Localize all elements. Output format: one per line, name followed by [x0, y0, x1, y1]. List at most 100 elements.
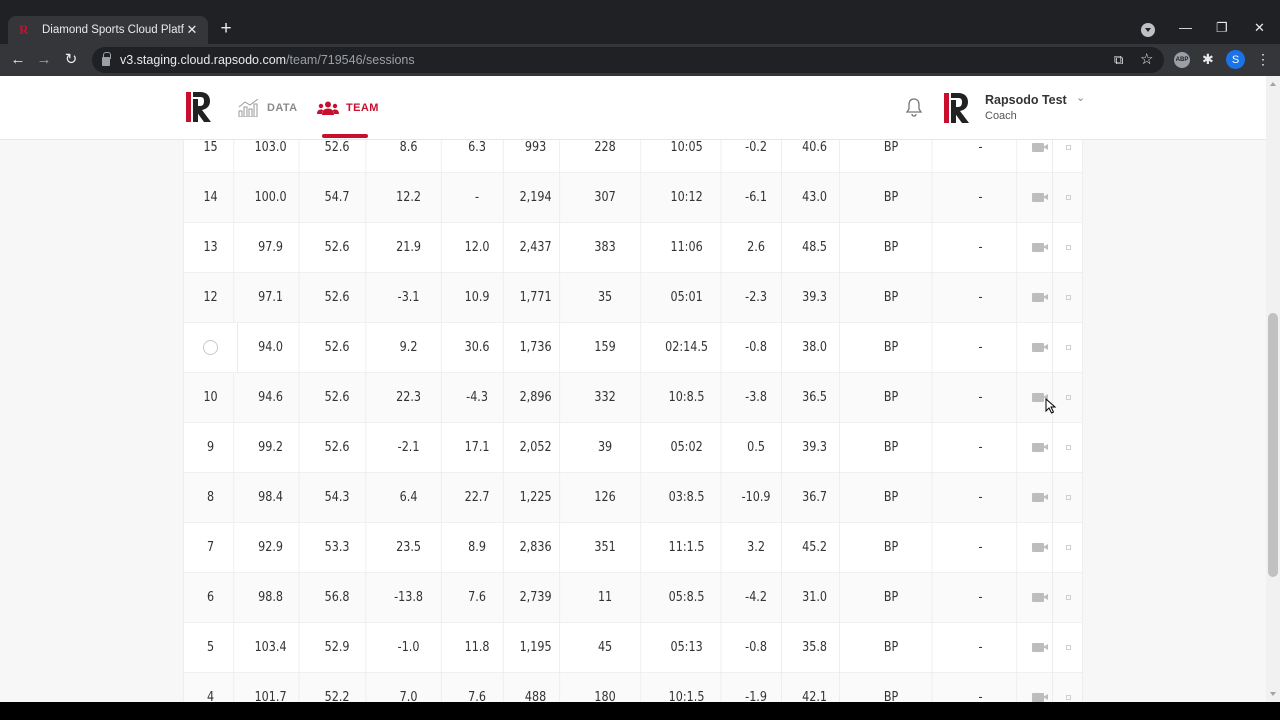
- cell-col-6: 159: [570, 323, 642, 373]
- cell-col-8: -0.8: [731, 323, 782, 373]
- row-options-icon[interactable]: [1065, 245, 1071, 250]
- browser-tab[interactable]: R Diamond Sports Cloud Platform ✕: [8, 16, 208, 44]
- row-options-icon[interactable]: [1065, 645, 1071, 650]
- url-host: v3.staging.cloud.rapsodo.com: [120, 53, 287, 67]
- cell-col-6: 39: [570, 423, 642, 473]
- rapsodo-logo[interactable]: [186, 92, 212, 122]
- video-camera-icon[interactable]: [1031, 243, 1048, 252]
- minimize-button[interactable]: —: [1179, 20, 1192, 35]
- nav-team[interactable]: TEAM: [317, 98, 379, 118]
- row-select-radio[interactable]: [203, 340, 218, 355]
- scroll-up-arrow-icon[interactable]: [1270, 82, 1276, 86]
- cell-type: BP: [851, 423, 933, 473]
- cell-video: [1023, 173, 1053, 223]
- nav-data[interactable]: DATA: [238, 98, 298, 118]
- cell-col-1: 97.1: [243, 273, 300, 323]
- cell-col-7: 11:06: [653, 223, 722, 273]
- user-name[interactable]: Rapsodo Test: [985, 93, 1067, 107]
- close-window-button[interactable]: ✕: [1254, 20, 1265, 36]
- table-row[interactable]: 14 100.0 54.7 12.2-2,194 307 10:12 -6.1 43.0 BP -: [184, 173, 1082, 223]
- forward-button[interactable]: →: [34, 50, 54, 70]
- video-camera-icon[interactable]: [1031, 443, 1048, 452]
- table-row[interactable]: 4 101.7 52.2 7.0 7.6 488 180 10:1.5 -1.9 42.1 BP -: [184, 673, 1082, 702]
- video-camera-icon[interactable]: [1031, 293, 1048, 302]
- table-row[interactable]: 7 92.9 53.3 23.5 8.9 2,836 351 11:1.5 3.2 45.2 BP -: [184, 523, 1082, 573]
- bookmark-star-icon[interactable]: ☆: [1140, 50, 1153, 68]
- browser-menu-icon[interactable]: ⋮: [1256, 51, 1270, 68]
- extensions-puzzle-icon[interactable]: ✱: [1202, 51, 1214, 68]
- cell-col-6: 35: [570, 273, 642, 323]
- row-options-icon[interactable]: [1065, 345, 1071, 350]
- table-row[interactable]: 10 94.6 52.6 22.3 -4.3 2,896 332 10:8.5 -3.8 36.5…: [184, 373, 1082, 423]
- cell-col-5: 2,896: [512, 373, 561, 423]
- video-camera-icon[interactable]: [1031, 143, 1048, 152]
- video-camera-icon[interactable]: [1031, 543, 1048, 552]
- cell-col-1: 98.8: [243, 573, 300, 623]
- video-camera-icon[interactable]: [1031, 193, 1048, 202]
- cell-col-3: 7.0: [376, 673, 442, 702]
- video-camera-icon[interactable]: [1031, 343, 1048, 352]
- video-camera-icon[interactable]: [1031, 693, 1048, 702]
- cell-options: [1053, 523, 1083, 573]
- open-in-app-icon[interactable]: ⧉: [1114, 52, 1123, 68]
- cell-col-5: 2,739: [512, 573, 561, 623]
- row-options-icon[interactable]: [1065, 545, 1071, 550]
- cell-options: [1053, 273, 1083, 323]
- row-options-icon[interactable]: [1065, 295, 1071, 300]
- row-options-icon[interactable]: [1065, 395, 1071, 400]
- row-options-icon[interactable]: [1065, 495, 1071, 500]
- cell-type: BP: [851, 573, 933, 623]
- cell-col-1: 94.6: [243, 373, 300, 423]
- cell-col-4: 30.6: [451, 323, 504, 373]
- cell-number: 6: [188, 573, 235, 623]
- table-row[interactable]: 8 98.4 54.3 6.4 22.7 1,225 126 03:8.5 -10.9 36.7 B…: [184, 473, 1082, 523]
- cell-col-6: 307: [570, 173, 642, 223]
- table-row[interactable]: 6 98.8 56.8 -13.8 7.6 2,739 11 05:8.5 -4.2 31.0 BP…: [184, 573, 1082, 623]
- table-row[interactable]: 13 97.9 52.6 21.9 12.0 2,437 383 11:06 2.6 48.5 BP…: [184, 223, 1082, 273]
- cell-options: [1053, 373, 1083, 423]
- video-camera-icon[interactable]: [1031, 493, 1048, 502]
- video-camera-icon[interactable]: [1031, 643, 1048, 652]
- table-row[interactable]: 12 97.1 52.6 -3.1 10.9 1,771 35 05:01 -2.3 39.3 BP…: [184, 273, 1082, 323]
- row-options-icon[interactable]: [1065, 595, 1071, 600]
- cell-number: 13: [188, 223, 235, 273]
- bell-icon[interactable]: [905, 97, 923, 117]
- scroll-down-arrow-icon[interactable]: [1270, 692, 1276, 696]
- cell-note: -: [945, 423, 1018, 473]
- tab-close-icon[interactable]: ✕: [184, 22, 200, 38]
- address-bar[interactable]: v3.staging.cloud.rapsodo.com/team/719546…: [92, 47, 1164, 73]
- reload-button[interactable]: ↻: [61, 50, 81, 70]
- scrollbar-thumb[interactable]: [1268, 313, 1278, 577]
- row-options-icon[interactable]: [1065, 445, 1071, 450]
- profile-avatar[interactable]: S: [1226, 50, 1245, 69]
- cell-note: -: [945, 673, 1018, 702]
- table-row[interactable]: 94.0 52.6 9.2 30.6 1,736 159 02:14.5 -0.8 38.0 BP…: [184, 323, 1082, 373]
- tab-search-icon[interactable]: [1141, 23, 1155, 37]
- cell-col-3: 22.3: [376, 373, 442, 423]
- adblock-extension-icon[interactable]: ABP: [1174, 52, 1190, 68]
- new-tab-button[interactable]: +: [216, 19, 236, 39]
- page-scrollbar[interactable]: [1266, 76, 1280, 702]
- maximize-button[interactable]: ❐: [1216, 20, 1228, 36]
- user-avatar[interactable]: [944, 93, 970, 123]
- table-row[interactable]: 9 99.2 52.6 -2.1 17.1 2,052 39 05:02 0.5 39.3 BP -: [184, 423, 1082, 473]
- cell-video: [1023, 273, 1053, 323]
- cell-options: [1053, 673, 1083, 702]
- cell-col-5: 1,225: [512, 473, 561, 523]
- video-camera-icon[interactable]: [1031, 393, 1048, 402]
- row-options-icon[interactable]: [1065, 195, 1071, 200]
- cell-note: -: [945, 573, 1018, 623]
- cell-col-9: 42.1: [790, 673, 840, 702]
- cell-col-1: 100.0: [243, 173, 300, 223]
- row-options-icon[interactable]: [1065, 145, 1071, 150]
- cell-col-7: 11:1.5: [653, 523, 722, 573]
- table-row[interactable]: 5 103.4 52.9 -1.0 11.8 1,195 45 05:13 -0.8 35.8 BP…: [184, 623, 1082, 673]
- cell-note: -: [945, 173, 1018, 223]
- video-camera-icon[interactable]: [1031, 593, 1048, 602]
- chevron-down-icon[interactable]: ⌄: [1076, 91, 1085, 104]
- back-button[interactable]: ←: [8, 50, 28, 70]
- cell-col-7: 05:13: [653, 623, 722, 673]
- nav-data-label: DATA: [267, 102, 298, 114]
- cell-col-1: 92.9: [243, 523, 300, 573]
- row-options-icon[interactable]: [1065, 695, 1071, 700]
